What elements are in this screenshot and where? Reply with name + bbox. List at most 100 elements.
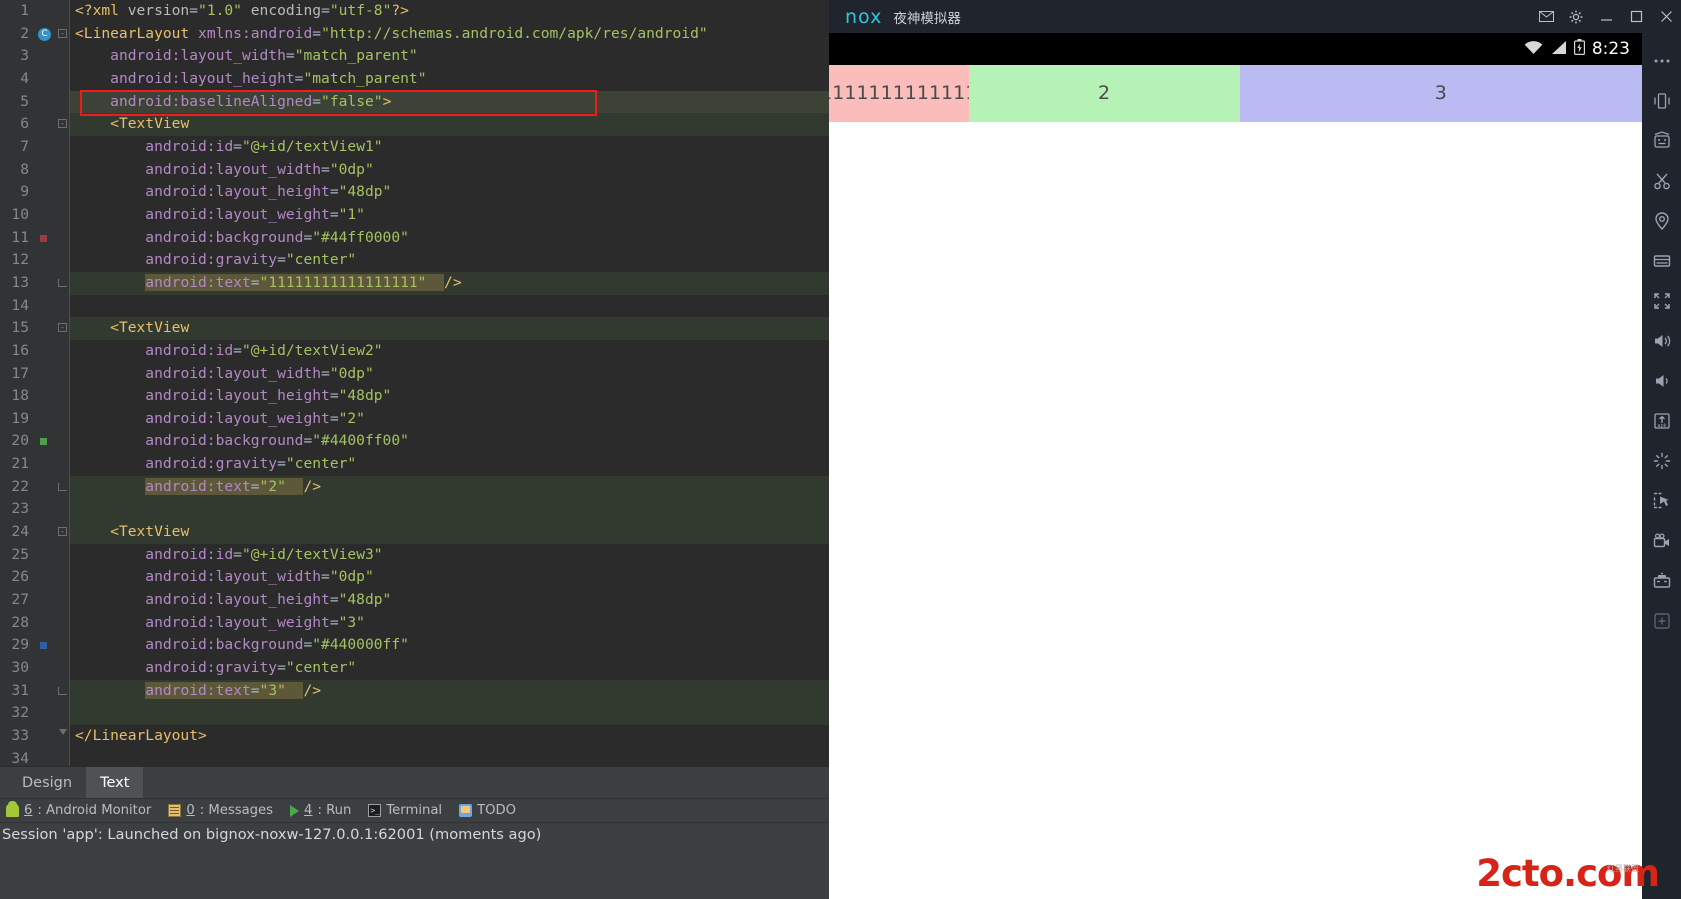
gutter-marker[interactable] [34, 748, 56, 766]
color-swatch-icon[interactable] [40, 235, 47, 242]
fold-gutter[interactable] [56, 748, 69, 766]
fold-gutter[interactable] [56, 0, 69, 23]
minimize-icon[interactable] [1591, 0, 1621, 33]
window-icon[interactable] [1642, 241, 1681, 281]
fold-gutter[interactable] [56, 159, 69, 182]
code-text[interactable]: android:layout_weight="2" [69, 408, 829, 431]
code-text[interactable]: android:layout_weight="1" [69, 204, 829, 227]
gutter-marker[interactable] [34, 725, 56, 748]
code-text[interactable]: android:gravity="center" [69, 657, 829, 680]
add-instance-icon[interactable] [1642, 601, 1681, 641]
code-text[interactable] [69, 498, 829, 521]
fold-gutter[interactable] [56, 657, 69, 680]
fold-collapse-icon[interactable]: - [58, 119, 67, 128]
fold-end-marker-icon[interactable] [59, 729, 67, 735]
gutter-marker[interactable] [34, 181, 56, 204]
code-text[interactable]: </LinearLayout> [69, 725, 829, 748]
gutter-marker[interactable] [34, 680, 56, 703]
gutter-marker[interactable] [34, 272, 56, 295]
fold-gutter[interactable] [56, 249, 69, 272]
color-swatch-icon[interactable] [40, 642, 47, 649]
fold-gutter[interactable] [56, 476, 69, 499]
gutter-marker[interactable] [34, 249, 56, 272]
code-text[interactable]: android:layout_height="48dp" [69, 385, 829, 408]
shake-device-icon[interactable] [1642, 81, 1681, 121]
code-text[interactable]: <LinearLayout xmlns:android="http://sche… [69, 23, 829, 46]
code-text[interactable]: android:id="@+id/textView3" [69, 544, 829, 567]
editor-tab-design[interactable]: Design [8, 767, 86, 798]
fold-gutter[interactable] [56, 204, 69, 227]
gutter-marker[interactable] [34, 136, 56, 159]
code-text[interactable]: android:background="#44ff0000" [69, 227, 829, 250]
fold-gutter[interactable] [56, 498, 69, 521]
gutter-marker[interactable] [34, 295, 56, 318]
code-text[interactable]: android:layout_width="0dp" [69, 159, 829, 182]
gutter-marker[interactable] [34, 702, 56, 725]
gear-icon[interactable] [1561, 0, 1591, 33]
gutter-marker[interactable] [34, 634, 56, 657]
more-icon[interactable] [1642, 41, 1681, 81]
code-text[interactable]: android:gravity="center" [69, 453, 829, 476]
code-text[interactable]: android:id="@+id/textView2" [69, 340, 829, 363]
tool-window-terminal[interactable]: >_Terminal [362, 799, 453, 823]
code-text[interactable]: android:layout_height="48dp" [69, 589, 829, 612]
fold-gutter[interactable] [56, 45, 69, 68]
fold-gutter[interactable] [56, 68, 69, 91]
gutter-marker[interactable] [34, 589, 56, 612]
editor-tab-text[interactable]: Text [86, 767, 143, 798]
gutter-marker[interactable] [34, 204, 56, 227]
fold-collapse-icon[interactable]: - [58, 527, 67, 536]
fold-collapse-icon[interactable]: - [58, 29, 67, 38]
gutter-marker[interactable] [34, 521, 56, 544]
code-text[interactable]: android:baselineAligned="false"> [69, 91, 829, 114]
code-text[interactable]: android:layout_width="match_parent" [69, 45, 829, 68]
gutter-marker[interactable] [34, 159, 56, 182]
fold-collapse-icon[interactable]: - [58, 323, 67, 332]
fold-gutter[interactable] [56, 340, 69, 363]
code-text[interactable]: android:background="#440000ff" [69, 634, 829, 657]
shake-icon[interactable] [1642, 441, 1681, 481]
fold-gutter[interactable]: - [56, 113, 69, 136]
fold-gutter[interactable] [56, 453, 69, 476]
record-video-icon[interactable] [1642, 521, 1681, 561]
code-text[interactable]: android:text="11111111111111111" /> [69, 272, 829, 295]
maximize-icon[interactable] [1621, 0, 1651, 33]
fold-gutter[interactable] [56, 566, 69, 589]
gutter-marker[interactable]: C [34, 23, 56, 46]
emulator-screen[interactable]: 8:23 11111111111111111 2 3 [829, 33, 1642, 899]
code-text[interactable]: <TextView [69, 113, 829, 136]
fold-gutter[interactable] [56, 408, 69, 431]
fold-gutter[interactable] [56, 385, 69, 408]
install-apk-icon[interactable]: apk [1642, 401, 1681, 441]
volume-up-icon[interactable] [1642, 321, 1681, 361]
gutter-marker[interactable] [34, 408, 56, 431]
code-text[interactable]: android:layout_height="48dp" [69, 181, 829, 204]
code-text[interactable]: <?xml version="1.0" encoding="utf-8"?> [69, 0, 829, 23]
gutter-marker[interactable] [34, 45, 56, 68]
code-text[interactable]: android:layout_width="0dp" [69, 566, 829, 589]
gutter-marker[interactable] [34, 113, 56, 136]
gutter-marker[interactable] [34, 453, 56, 476]
fullscreen-icon[interactable] [1642, 281, 1681, 321]
code-text[interactable]: android:layout_height="match_parent" [69, 68, 829, 91]
gutter-marker[interactable] [34, 91, 56, 114]
close-icon[interactable] [1651, 0, 1681, 33]
gutter-marker[interactable] [34, 476, 56, 499]
gutter-marker[interactable] [34, 385, 56, 408]
fold-gutter[interactable] [56, 91, 69, 114]
code-text[interactable] [69, 702, 829, 725]
code-text[interactable]: android:gravity="center" [69, 249, 829, 272]
fold-gutter[interactable] [56, 544, 69, 567]
gutter-marker[interactable] [34, 363, 56, 386]
nox-title-bar[interactable]: nox 夜神模拟器 [829, 0, 1681, 33]
fold-gutter[interactable] [56, 227, 69, 250]
fold-gutter[interactable]: - [56, 521, 69, 544]
fold-gutter[interactable]: - [56, 23, 69, 46]
gutter-marker[interactable] [34, 544, 56, 567]
tool-window-run[interactable]: 4: Run [284, 799, 362, 823]
fold-gutter[interactable] [56, 702, 69, 725]
multi-touch-icon[interactable] [1642, 481, 1681, 521]
code-text[interactable] [69, 295, 829, 318]
code-text[interactable]: <TextView [69, 317, 829, 340]
gutter-marker[interactable] [34, 0, 56, 23]
